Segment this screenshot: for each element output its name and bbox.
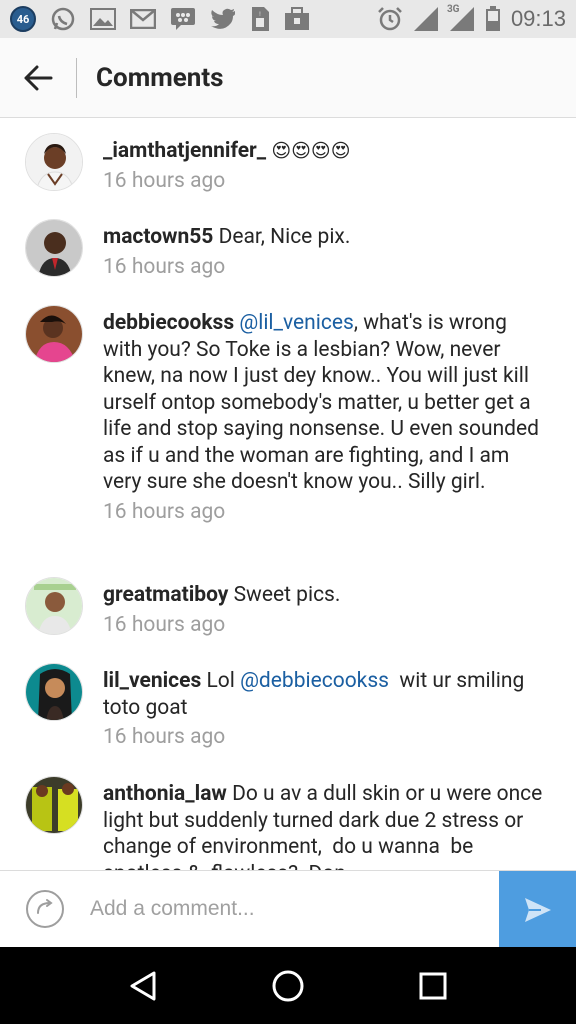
comment-username[interactable]: anthonia_law	[103, 782, 227, 806]
comment-body: debbiecookss @lil_venices, what's is wro…	[103, 310, 543, 525]
comment-username[interactable]: _iamthatjennifer_	[103, 139, 266, 163]
notification-count-badge: 46	[10, 6, 36, 32]
briefcase-icon	[284, 7, 310, 31]
comment-text-prefix: Lol	[201, 669, 241, 693]
alarm-icon	[377, 6, 403, 32]
battery-icon	[485, 6, 501, 32]
clock: 09:13	[510, 6, 566, 31]
app-bar: Comments	[0, 38, 576, 118]
camera-button[interactable]	[25, 889, 65, 929]
comment-text: Dear, Nice pix.	[213, 225, 351, 249]
add-comment-bar	[0, 870, 576, 948]
comment-body: lil_venices Lol @debbiecookss wit ur smi…	[103, 668, 543, 751]
twitter-icon	[210, 8, 236, 30]
whatsapp-icon	[50, 6, 76, 32]
comment-mention-link[interactable]: @lil_venices	[239, 311, 354, 335]
sim-icon: !	[250, 6, 270, 32]
gmail-icon	[130, 9, 156, 29]
home-icon	[272, 970, 304, 1001]
signal-icon	[413, 6, 439, 32]
send-button[interactable]	[499, 871, 576, 948]
avatar[interactable]	[25, 776, 83, 834]
back-nav-icon	[130, 971, 156, 1000]
recents-icon	[419, 972, 447, 999]
avatar[interactable]	[25, 133, 83, 191]
comment-username[interactable]: debbiecookss	[103, 311, 234, 335]
gallery-icon	[90, 8, 116, 30]
comment-timestamp: 16 hours ago	[103, 725, 226, 749]
page-title: Comments	[96, 62, 224, 93]
avatar[interactable]	[25, 663, 83, 721]
heart-eyes-emoji: 😍😍😍😍	[271, 139, 351, 162]
bbm-icon	[170, 7, 196, 31]
comment-text: , what's is wrong with you? So Toke is a…	[103, 311, 539, 494]
navigation-bar	[0, 947, 576, 1024]
status-bar: 46 ! 3G 09:13	[0, 0, 576, 38]
send-icon	[524, 897, 551, 922]
nav-back-button[interactable]	[113, 956, 173, 1016]
comment-username[interactable]: lil_venices	[103, 669, 201, 693]
nav-home-button[interactable]	[258, 956, 318, 1016]
nav-recents-button[interactable]	[403, 956, 463, 1016]
comment-timestamp: 16 hours ago	[103, 168, 226, 193]
comment-body: greatmatiboy Sweet pics. 16 hours ago	[103, 582, 543, 638]
comment-input[interactable]	[90, 897, 470, 921]
avatar[interactable]	[25, 305, 83, 363]
comment-username[interactable]: mactown55	[103, 225, 213, 249]
comment-timestamp: 16 hours ago	[103, 612, 226, 637]
avatar[interactable]	[25, 577, 83, 635]
comment-text: Sweet pics.	[228, 583, 341, 607]
comment-timestamp: 16 hours ago	[103, 499, 226, 524]
app-bar-divider	[76, 57, 77, 98]
camera-icon	[26, 890, 64, 928]
comment-timestamp: 16 hours ago	[103, 254, 226, 279]
comment-mention-link[interactable]: @debbiecookss	[240, 669, 389, 693]
avatar[interactable]	[25, 219, 83, 277]
comment-body: _iamthatjennifer_ 😍😍😍😍 16 hours ago	[103, 138, 543, 194]
back-button[interactable]	[0, 38, 76, 118]
signal-3g-icon: 3G	[446, 4, 475, 32]
comment-body: mactown55 Dear, Nice pix. 16 hours ago	[103, 224, 543, 280]
comment-list[interactable]: _iamthatjennifer_ 😍😍😍😍 16 hours ago mact…	[0, 118, 576, 870]
back-arrow-icon	[24, 65, 53, 90]
comment-body: anthonia_law Do u av a dull skin or u we…	[103, 781, 543, 870]
network-type-label: 3G	[446, 4, 460, 15]
comment-username[interactable]: greatmatiboy	[103, 583, 228, 607]
